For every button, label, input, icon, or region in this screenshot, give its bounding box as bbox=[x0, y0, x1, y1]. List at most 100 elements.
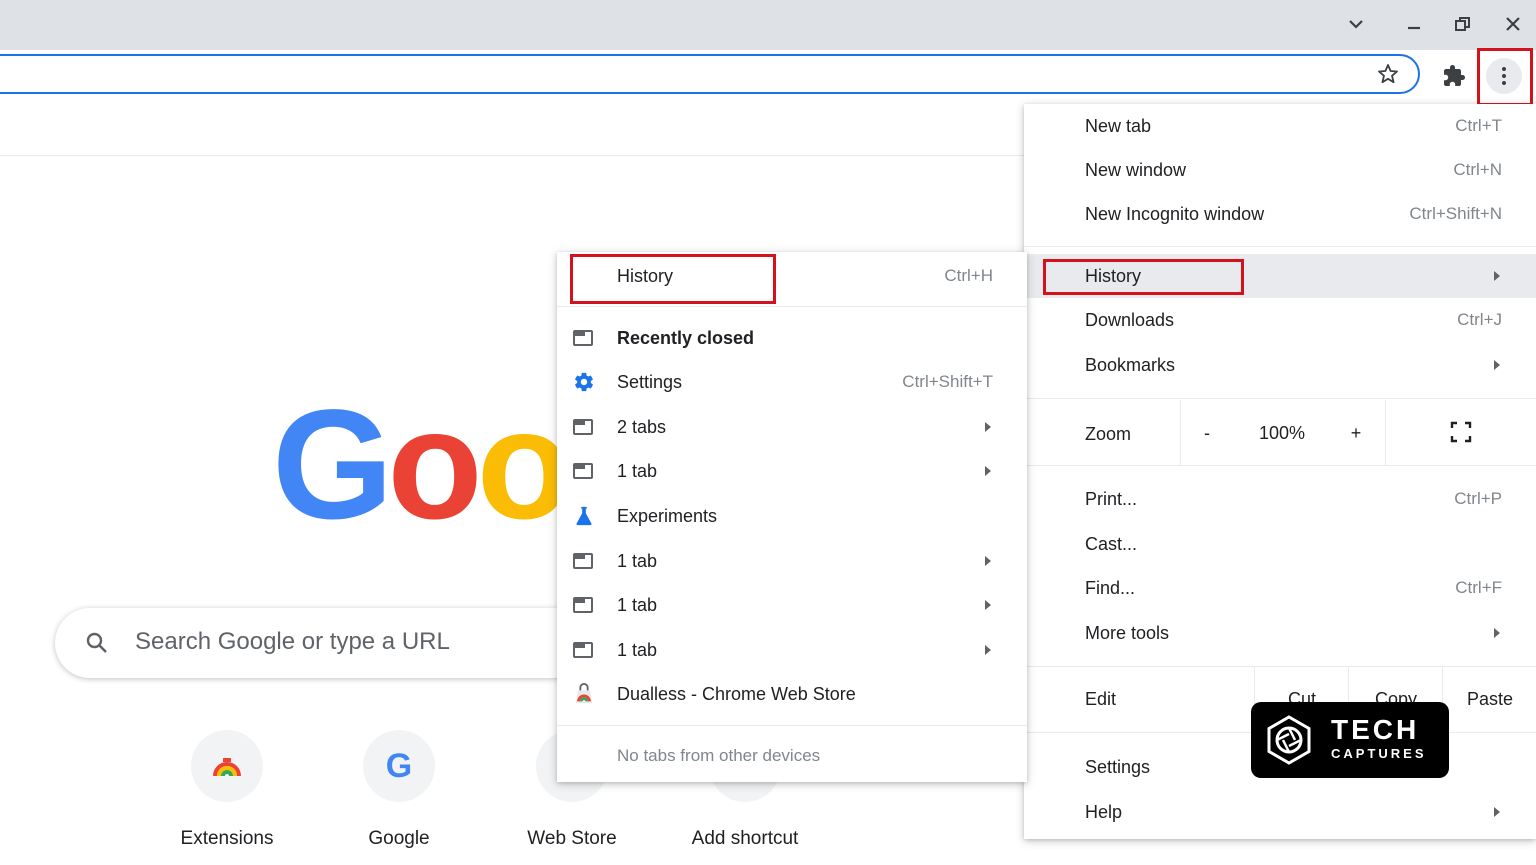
menu-shortcut: Ctrl+Shift+N bbox=[1409, 204, 1502, 223]
submenu-no-tabs-text: No tabs from other devices bbox=[557, 734, 1027, 778]
menu-label: Help bbox=[1085, 801, 1123, 822]
menu-label: History bbox=[617, 265, 674, 286]
zoom-value: 100% bbox=[1258, 422, 1306, 443]
more-vert-icon bbox=[1502, 67, 1506, 85]
menu-label: Settings bbox=[617, 371, 683, 392]
google-logo: Goog bbox=[272, 385, 572, 545]
extensions-puzzle-icon bbox=[1444, 65, 1465, 86]
menu-label: 2 tabs bbox=[617, 416, 667, 437]
watermark-line2: CAPTURES bbox=[1331, 746, 1427, 761]
menu-label: More tools bbox=[1085, 622, 1170, 643]
submenu-item-settings[interactable]: Settings Ctrl+Shift+T bbox=[557, 360, 993, 404]
menu-label: No tabs from other devices bbox=[617, 746, 821, 765]
submenu-item-history[interactable]: History Ctrl+H bbox=[557, 254, 993, 298]
menu-item-new-window[interactable]: New window Ctrl+N bbox=[1024, 148, 1502, 192]
shortcut-label: Google bbox=[368, 828, 430, 849]
submenu-arrow-icon bbox=[985, 466, 991, 476]
menu-label: New tab bbox=[1085, 115, 1152, 136]
submenu-item-1-tab[interactable]: 1 tab bbox=[557, 583, 1027, 627]
menu-label: New Incognito window bbox=[1085, 203, 1265, 224]
menu-label: Dualless - Chrome Web Store bbox=[617, 683, 856, 704]
shortcut-google[interactable]: G Google bbox=[334, 730, 464, 850]
submenu-item-1-tab[interactable]: 1 tab bbox=[557, 628, 1027, 672]
minimize-button[interactable] bbox=[1396, 6, 1432, 42]
restore-button[interactable] bbox=[1445, 6, 1481, 42]
menu-label: Bookmarks bbox=[1085, 354, 1176, 375]
menu-item-help[interactable]: Help bbox=[1024, 790, 1536, 834]
tab-search-button[interactable] bbox=[1338, 6, 1374, 42]
fullscreen-icon bbox=[1450, 421, 1472, 443]
menu-item-find[interactable]: Find... Ctrl+F bbox=[1024, 566, 1502, 610]
zoom-in-button[interactable]: + bbox=[1342, 411, 1370, 455]
menu-label: 1 tab bbox=[617, 460, 658, 481]
settings-gear-icon bbox=[575, 372, 593, 392]
paste-label: Paste bbox=[1466, 688, 1514, 709]
menu-separator bbox=[1024, 398, 1536, 399]
tab-window-icon bbox=[573, 330, 593, 346]
history-submenu: History Ctrl+H Recently closed Settings … bbox=[557, 252, 1027, 782]
menu-shortcut: Ctrl+F bbox=[1455, 578, 1502, 597]
address-bar[interactable] bbox=[0, 54, 1420, 94]
zoom-out-button[interactable]: - bbox=[1194, 411, 1220, 455]
menu-label: Downloads bbox=[1085, 309, 1175, 330]
restore-icon bbox=[1455, 17, 1470, 31]
submenu-recently-closed-header: Recently closed bbox=[557, 316, 993, 360]
tab-window-icon bbox=[573, 463, 593, 479]
menu-separator bbox=[1024, 246, 1536, 247]
bookmark-star-button[interactable] bbox=[1368, 54, 1408, 94]
menu-label: 1 tab bbox=[617, 639, 658, 660]
zoom-divider bbox=[1180, 400, 1181, 466]
submenu-arrow-icon bbox=[1494, 271, 1500, 281]
zoom-minus-label: - bbox=[1204, 422, 1210, 443]
menu-label: Cast... bbox=[1085, 533, 1138, 554]
menu-item-history[interactable]: History bbox=[1024, 254, 1536, 298]
menu-item-downloads[interactable]: Downloads Ctrl+J bbox=[1024, 298, 1502, 342]
main-menu-button[interactable] bbox=[1484, 56, 1524, 96]
menu-shortcut: Ctrl+N bbox=[1453, 160, 1502, 179]
menu-edit-row: Edit bbox=[1024, 677, 1224, 721]
submenu-item-1-tab[interactable]: 1 tab bbox=[557, 449, 1027, 493]
menu-label: Find... bbox=[1085, 577, 1136, 598]
menu-separator bbox=[557, 725, 1027, 726]
zoom-plus-label: + bbox=[1350, 422, 1362, 443]
submenu-arrow-icon bbox=[985, 645, 991, 655]
google-g-icon: G bbox=[385, 746, 413, 785]
shortcut-extensions[interactable]: Extensions bbox=[162, 730, 292, 850]
zoom-level: 100% bbox=[1250, 411, 1314, 455]
fullscreen-button[interactable] bbox=[1441, 412, 1481, 452]
submenu-item-experiments[interactable]: Experiments bbox=[557, 494, 1027, 538]
menu-item-more-tools[interactable]: More tools bbox=[1024, 611, 1536, 655]
submenu-item-1-tab[interactable]: 1 tab bbox=[557, 539, 1027, 583]
menu-item-bookmarks[interactable]: Bookmarks bbox=[1024, 343, 1536, 387]
tab-window-icon bbox=[573, 553, 593, 569]
menu-item-new-incognito[interactable]: New Incognito window Ctrl+Shift+N bbox=[1024, 192, 1502, 236]
logo-g: G bbox=[272, 385, 393, 545]
edit-label: Edit bbox=[1085, 688, 1117, 709]
menu-item-new-tab[interactable]: New tab Ctrl+T bbox=[1024, 104, 1502, 148]
menu-label: Settings bbox=[1085, 756, 1151, 777]
submenu-item-dualless[interactable]: Dualless - Chrome Web Store bbox=[557, 672, 1027, 716]
flask-icon bbox=[576, 506, 592, 526]
watermark-line1: TECH bbox=[1331, 714, 1420, 745]
webstore-icon bbox=[575, 683, 593, 704]
submenu-arrow-icon bbox=[985, 600, 991, 610]
menu-item-cast[interactable]: Cast... bbox=[1024, 522, 1502, 566]
shortcut-label: Extensions bbox=[180, 828, 274, 849]
shortcut-label: Add shortcut bbox=[691, 828, 799, 849]
menu-label: 1 tab bbox=[617, 550, 658, 571]
shortcut-tile bbox=[191, 730, 263, 802]
edit-paste-button[interactable]: Paste bbox=[1444, 677, 1536, 721]
submenu-item-2-tabs[interactable]: 2 tabs bbox=[557, 405, 1027, 449]
menu-label: History bbox=[1085, 265, 1142, 286]
close-window-button[interactable] bbox=[1495, 6, 1531, 42]
menu-shortcut: Ctrl+J bbox=[1457, 310, 1502, 329]
extensions-rainbow-icon bbox=[213, 758, 241, 777]
browser-toolbar bbox=[0, 50, 1536, 106]
title-bar bbox=[0, 0, 1536, 50]
menu-item-print[interactable]: Print... Ctrl+P bbox=[1024, 477, 1502, 521]
submenu-arrow-icon bbox=[985, 556, 991, 566]
minimize-icon bbox=[1408, 26, 1420, 30]
extensions-button[interactable] bbox=[1434, 56, 1474, 96]
menu-label: 1 tab bbox=[617, 594, 658, 615]
camera-aperture-logo bbox=[1267, 715, 1311, 765]
